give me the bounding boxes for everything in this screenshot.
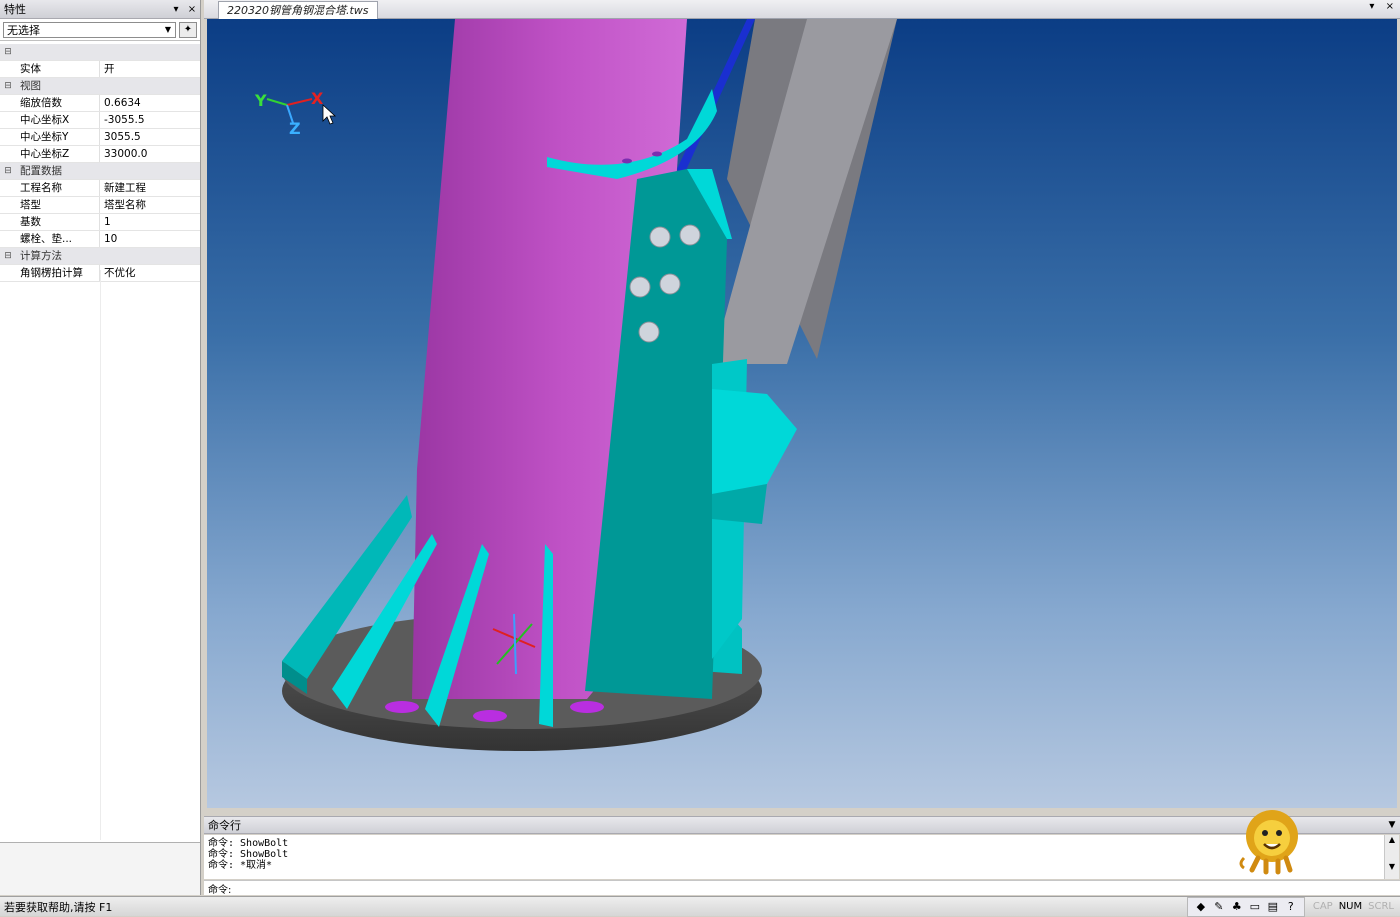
property-value[interactable]: -3055.5 — [100, 112, 200, 128]
scroll-down-icon[interactable]: ▼ — [1385, 862, 1399, 871]
property-key: 基数 — [16, 214, 100, 230]
quick-select-button[interactable]: ✦ — [179, 21, 197, 38]
status-message: 若要获取帮助,请按 F1 — [4, 900, 113, 914]
axis-label-y: Y — [255, 91, 267, 110]
command-prompt-label: 命令: — [208, 884, 232, 896]
command-panel-menu-icon[interactable]: ▼ — [1384, 820, 1400, 830]
property-category[interactable]: ⊟ 视图 — [0, 78, 200, 95]
selection-value: 无选择 — [7, 23, 40, 37]
collapse-toggle-icon[interactable]: ⊟ — [0, 81, 16, 91]
lion-mascot-icon[interactable] — [1236, 806, 1306, 876]
property-category[interactable]: ⊟ — [0, 44, 200, 61]
status-bar: 若要获取帮助,请按 F1 ◆ ✎ ♣ ▭ ▤? CAP NUM SCRL — [0, 896, 1400, 917]
diamond-icon[interactable]: ◆ — [1192, 900, 1210, 913]
bolt-hole — [570, 701, 604, 713]
tower-model-scene — [266, 19, 897, 751]
panel-pin-icon[interactable]: ▾ — [168, 4, 184, 15]
property-row[interactable]: 塔型 塔型名称 — [0, 197, 200, 214]
property-value[interactable]: 10 — [100, 231, 200, 247]
property-description-area — [0, 842, 200, 895]
property-value[interactable]: 0.6634 — [100, 95, 200, 111]
property-value[interactable]: 33000.0 — [100, 146, 200, 162]
property-grid: ⊟ 实体开 ⊟ 视图 缩放倍数 0.6634 中心坐标X -3055.5 中心坐标Y 3055.5… — [0, 44, 200, 282]
property-row[interactable]: 工程名称 新建工程 — [0, 180, 200, 197]
ime-toolbar: ◆ ✎ ♣ ▭ ▤? — [1186, 896, 1305, 917]
tab-controls: ▾ × — [1361, 1, 1394, 12]
collapse-toggle-icon[interactable]: ⊟ — [0, 47, 16, 57]
property-key: 配置数据 — [20, 165, 62, 177]
property-row[interactable]: 基数 1 — [0, 214, 200, 231]
grid-divider — [100, 270, 101, 840]
selection-dropdown[interactable]: 无选择 ▼ — [3, 21, 176, 38]
keyboard-icon[interactable]: ▭ — [1246, 900, 1264, 913]
property-category[interactable]: ⊟ 计算方法 — [0, 248, 200, 265]
property-row[interactable]: 中心坐标X -3055.5 — [0, 112, 200, 129]
selection-row: 无选择 ▼ ✦ — [0, 19, 200, 41]
mouse-cursor-icon — [322, 104, 337, 125]
leaf-icon[interactable]: ♣ — [1228, 900, 1246, 913]
command-input[interactable] — [231, 882, 1400, 894]
status-indicators: CAP NUM SCRL — [1313, 901, 1400, 912]
properties-title: 特性 — [4, 3, 26, 16]
axis-label-z: Z — [289, 119, 301, 138]
scroll-up-icon[interactable]: ▲ — [1385, 835, 1399, 844]
select-objects-icon: ✦ — [183, 23, 193, 35]
property-row[interactable]: 中心坐标Z 33000.0 — [0, 146, 200, 163]
collapse-toggle-icon[interactable]: ⊟ — [0, 251, 16, 261]
3d-viewport[interactable]: Y X Z — [207, 19, 1397, 808]
property-row[interactable]: 中心坐标Y 3055.5 — [0, 129, 200, 146]
property-key: 工程名称 — [16, 180, 100, 196]
command-history-line: 命令: *取消* — [208, 860, 273, 871]
properties-panel: 特性 ▾ × 无选择 ▼ ✦ ⊟ 实体开 ⊟ 视图 缩放倍数 0.6634 中心坐标X -30… — [0, 0, 201, 895]
property-row[interactable]: 螺栓、垫... 10 — [0, 231, 200, 248]
command-panel-title: 命令行 — [208, 819, 241, 832]
command-history-line: 命令: ShowBolt — [208, 849, 289, 860]
document-tab[interactable]: 220320钢管角钢混合塔.tws — [218, 1, 378, 19]
command-history-scrollbar[interactable]: ▲ ▼ — [1384, 835, 1399, 879]
property-key — [16, 44, 196, 60]
property-key: 实体 — [16, 61, 100, 77]
property-value[interactable]: 1 — [100, 214, 200, 230]
document-tab-bar: 220320钢管角钢混合塔.tws ▾ × — [204, 0, 1400, 19]
property-value[interactable]: 不优化 — [100, 265, 200, 281]
property-value[interactable]: 3055.5 — [100, 129, 200, 145]
chevron-down-icon: ▼ — [164, 25, 172, 34]
property-row[interactable]: 实体开 — [0, 61, 200, 78]
bolt-hole — [385, 701, 419, 713]
properties-title-bar: 特性 ▾ × — [0, 0, 200, 19]
property-key: 计算方法 — [20, 250, 62, 262]
num-indicator: NUM — [1338, 901, 1363, 912]
property-key: 塔型 — [16, 197, 100, 213]
command-panel-title-bar: 命令行 ▼ — [204, 816, 1400, 834]
scroll-indicator: SCRL — [1368, 901, 1394, 912]
property-category[interactable]: ⊟ 配置数据 — [0, 163, 200, 180]
caps-indicator: CAP — [1312, 901, 1333, 912]
property-key: 视图 — [20, 80, 41, 92]
property-row[interactable]: 缩放倍数 0.6634 — [0, 95, 200, 112]
property-key: 中心坐标Z — [16, 146, 100, 162]
property-key: 螺栓、垫... — [16, 231, 100, 247]
tab-close-icon[interactable]: × — [1386, 1, 1394, 12]
tab-list-icon[interactable]: ▾ — [1369, 1, 1374, 12]
property-key: 缩放倍数 — [16, 95, 100, 111]
property-value[interactable]: 塔型名称 — [100, 197, 200, 213]
command-input-row: 命令: — [204, 880, 1400, 896]
collapse-toggle-icon[interactable]: ⊟ — [0, 166, 16, 176]
calendar-icon[interactable]: ▤ — [1264, 900, 1282, 913]
property-key: 中心坐标X — [16, 112, 100, 128]
command-history-line: 命令: ShowBolt — [208, 838, 289, 849]
pen-icon[interactable]: ✎ — [1210, 900, 1228, 913]
property-value[interactable]: 新建工程 — [100, 180, 200, 196]
bolt-hole — [473, 710, 507, 722]
help-icon[interactable]: ? — [1282, 900, 1300, 913]
property-key: 中心坐标Y — [16, 129, 100, 145]
axis-label-x: X — [311, 89, 324, 108]
property-value[interactable]: 开 — [100, 61, 200, 77]
panel-close-icon[interactable]: × — [184, 4, 200, 15]
command-history: 命令: ShowBolt 命令: ShowBolt 命令: *取消* — [204, 835, 1384, 879]
property-key: 角钢楞拍计算 — [16, 265, 100, 281]
